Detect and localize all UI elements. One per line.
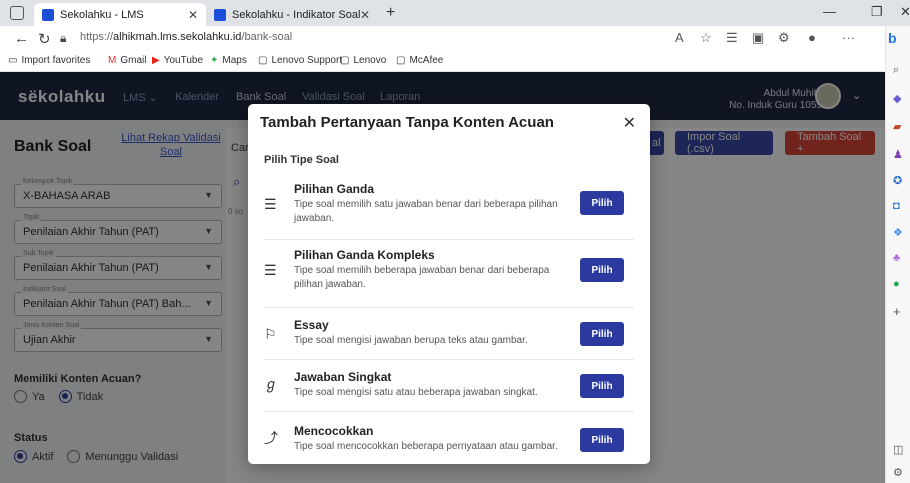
modal-subtitle: Pilih Tipe Soal — [264, 154, 339, 166]
option-pilihan-ganda-kompleks: ☰ Pilihan Ganda Kompleks Tipe soal memil… — [264, 240, 634, 308]
page-icon: ▢ — [340, 55, 350, 66]
shopping-icon[interactable]: ▰ — [893, 120, 901, 133]
close-icon[interactable]: ✕ — [623, 113, 636, 133]
tambah-pertanyaan-modal: Tambah Pertanyaan Tanpa Konten Acuan ✕ P… — [248, 104, 650, 464]
tab-lms[interactable]: Sekolahku - LMS ✕ — [34, 3, 206, 26]
close-tab-icon[interactable]: ✕ — [188, 8, 198, 22]
pilih-button[interactable]: Pilih — [580, 428, 624, 452]
pilih-button[interactable]: Pilih — [580, 258, 624, 282]
import-icon: ▭ — [8, 55, 18, 66]
sidebar-toggle-icon[interactable]: ◫ — [893, 443, 903, 456]
tab-label: Sekolahku - Indikator Soal — [232, 8, 361, 21]
fav-lenovo-support[interactable]: ▢ Lenovo Support — [258, 55, 342, 66]
collections-icon[interactable]: ▣ — [752, 30, 764, 46]
pilih-button[interactable]: Pilih — [580, 322, 624, 346]
short-answer-icon: ℊ — [264, 376, 278, 392]
more-icon[interactable]: ··· — [842, 30, 855, 45]
browser-tab-bar: Sekolahku - LMS ✕ Sekolahku - Indikator … — [0, 0, 910, 26]
add-app-icon[interactable]: + — [893, 304, 901, 319]
app-icon[interactable]: ● — [893, 278, 900, 290]
close-tab-icon[interactable]: ✕ — [360, 8, 370, 22]
tab-indikator[interactable]: Sekolahku - Indikator Soal ✕ — [206, 3, 378, 26]
option-pilihan-ganda: ☰ Pilihan Ganda Tipe soal memilih satu j… — [264, 178, 634, 240]
fav-youtube[interactable]: ▶ YouTube — [152, 55, 203, 66]
maps-icon: ✦ — [210, 55, 219, 66]
games-icon[interactable]: ✪ — [893, 174, 902, 187]
restore-icon[interactable]: ❐ — [871, 4, 883, 20]
new-tab-icon[interactable]: + — [386, 4, 395, 22]
extensions-icon[interactable]: ⚙ — [778, 30, 790, 46]
option-essay: ⚐ Essay Tipe soal mengisi jawaban berupa… — [264, 308, 634, 360]
modal-title: Tambah Pertanyaan Tanpa Konten Acuan — [260, 114, 554, 131]
sekolahku-favicon-icon — [42, 8, 54, 21]
page-icon: ▢ — [258, 55, 268, 66]
close-window-icon[interactable]: ✕ — [900, 4, 910, 20]
minimize-icon[interactable]: — — [823, 4, 836, 19]
gmail-icon: M — [108, 55, 117, 66]
match-icon: ⤴ — [264, 430, 278, 446]
bing-icon[interactable]: b — [888, 30, 897, 46]
option-mencocokkan: ⤴ Mencocokkan Tipe soal mencocokkan bebe… — [264, 412, 634, 464]
youtube-icon: ▶ — [152, 55, 160, 66]
copilot-icon[interactable]: ◆ — [893, 92, 901, 105]
pilih-button[interactable]: Pilih — [580, 374, 624, 398]
favorite-star-icon[interactable]: ☆ — [700, 30, 712, 46]
list-icon: ☰ — [264, 262, 277, 278]
favorites-bar: ▭ Import favorites M Gmail ▶ YouTube ✦ Maps … — [0, 50, 910, 72]
fav-maps[interactable]: ✦ Maps — [210, 55, 247, 66]
favorites-icon[interactable]: ☰ — [726, 30, 738, 46]
lock-icon[interactable]: 🔒︎ — [60, 31, 66, 46]
list-icon: ☰ — [264, 196, 277, 212]
fav-lenovo[interactable]: ▢ Lenovo — [340, 55, 386, 66]
outlook-icon[interactable]: ◘ — [893, 200, 900, 212]
back-icon[interactable]: ← — [14, 30, 29, 47]
fav-gmail[interactable]: M Gmail — [108, 55, 146, 66]
url-field[interactable]: https://alhikmah.lms.sekolahku.id/bank-s… — [80, 31, 292, 43]
option-jawaban-singkat: ℊ Jawaban Singkat Tipe soal mengisi satu… — [264, 360, 634, 412]
search-icon[interactable]: ⌕ — [893, 64, 899, 77]
flag-icon: ⚐ — [264, 326, 277, 342]
office-icon[interactable]: ♣ — [893, 252, 900, 264]
fav-mcafee[interactable]: ▢ McAfee — [396, 55, 443, 66]
profile-icon[interactable]: ● — [808, 30, 816, 45]
fav-import[interactable]: ▭ Import favorites — [8, 55, 90, 66]
page-icon: ▢ — [396, 55, 406, 66]
read-aloud-icon[interactable]: A — [675, 30, 684, 45]
sekolahku-favicon-icon — [214, 8, 226, 21]
tab-actions-icon[interactable] — [10, 6, 24, 20]
refresh-icon[interactable]: ↻ — [38, 30, 51, 48]
tab-label: Sekolahku - LMS — [60, 8, 144, 21]
tools-icon[interactable]: ♟ — [893, 148, 903, 161]
drop-icon[interactable]: ❖ — [893, 226, 903, 239]
pilih-button[interactable]: Pilih — [580, 191, 624, 215]
settings-icon[interactable]: ⚙ — [893, 466, 903, 479]
